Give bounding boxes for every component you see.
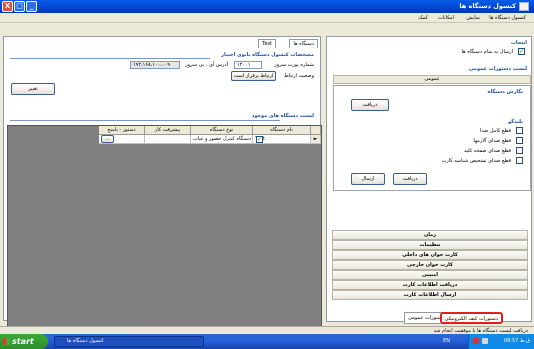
window-title: کنسول دستگاه ها (459, 2, 516, 10)
receive-speaker-button[interactable]: دریافت (393, 173, 427, 185)
send-speaker-button[interactable]: ارسال (351, 173, 385, 185)
menu-help[interactable]: کمک (418, 15, 428, 21)
col-command[interactable]: دستور - پاسخ (99, 126, 145, 135)
start-label: start (12, 337, 34, 346)
device-type-cell: دستگاه کنترل حضور و غیاب (191, 135, 253, 144)
change-button[interactable]: تغییر (11, 83, 55, 95)
menu-bar: کنسول دستگاه ها نمایش امکانات کمک (0, 13, 534, 23)
specs-title: مشخصات کنسول دستگاه بانوی اختیار (221, 52, 314, 58)
general-header: عمومی (333, 75, 531, 84)
devices-grid: نام دستگاه نوع دستگاه پیشرفت کار دستور -… (7, 125, 322, 344)
table-row[interactable]: Test ✓ (253, 135, 311, 144)
ip-field[interactable]: ۱۹۲،۱۶۸،۱۰۰،۰۰۹ (130, 61, 180, 69)
mute-all-checkbox[interactable] (516, 127, 523, 134)
cmd-receive-card-info[interactable]: دریافت اطلاعات کارت (332, 280, 528, 290)
app-icon (519, 2, 529, 11)
cmd-settings[interactable]: تنظیمات (332, 240, 528, 250)
maximize-button[interactable]: □ (14, 1, 25, 12)
commands-title: لیست دستورات عمومی (468, 66, 527, 72)
mute-alarms-label: قطع صدای آلارمها (473, 138, 511, 144)
row-selector[interactable]: ► (311, 135, 321, 144)
mute-keypad-checkbox[interactable] (516, 147, 523, 154)
send-all-checkbox[interactable]: ✓ (518, 48, 525, 55)
command-button[interactable]: ... (101, 135, 114, 143)
mute-alarms-checkbox[interactable] (516, 137, 523, 144)
progress-cell (145, 135, 191, 144)
port-field[interactable]: ۱۲۰۰۱ (234, 61, 262, 69)
col-device-type[interactable]: نوع دستگاه (191, 126, 253, 135)
devices-separator (10, 120, 280, 121)
receive-report-button[interactable]: دریافت (351, 99, 389, 111)
mute-card-id-checkbox[interactable] (516, 157, 523, 164)
tab-devices[interactable]: دستگاه ها (289, 39, 318, 48)
device-select-checkbox[interactable]: ✓ (256, 136, 263, 143)
main-content: دستگاه ها Test مشخصات کنسول دستگاه بانوی… (0, 24, 534, 344)
start-button[interactable]: start (0, 334, 48, 349)
select-title: انتخاب (510, 40, 527, 46)
taskbar: start کنسول دستگاه ها EN 08:57 ق.ظ (0, 334, 534, 349)
send-all-label: ارسال به تمام دستگاه ها (461, 49, 513, 55)
tray-shield-icon[interactable] (473, 338, 479, 344)
device-report-title: نگارش دستگاه (487, 89, 523, 95)
devices-panel: دستگاه ها Test مشخصات کنسول دستگاه بانوی… (3, 36, 322, 344)
language-indicator[interactable]: EN (443, 338, 450, 344)
connection-label: وضعیت ارتباط (284, 73, 314, 79)
port-label: شماره پورت سرور (274, 62, 314, 68)
mute-all-label: قطع کامل صدا (480, 128, 511, 134)
menu-device-console[interactable]: کنسول دستگاه ها (489, 15, 526, 21)
ip-label: آدرس آی . پی سرور (185, 62, 228, 68)
speaker-title: بلندگو (508, 119, 523, 125)
system-tray: 08:57 ق.ظ (468, 334, 534, 349)
status-bar: دریافت لیست دستگاه ها با موفقیت انجام شد (0, 326, 534, 334)
menu-view[interactable]: نمایش (466, 15, 480, 21)
connection-status-button[interactable]: ارتباط برقرار است (231, 71, 276, 81)
title-bar: X □ _ کنسول دستگاه ها (0, 0, 534, 13)
minimize-button[interactable]: _ (26, 1, 37, 12)
tab-e-wallet-commands[interactable]: دستورات کیف الکترونیکی (439, 312, 503, 324)
cmd-external-reader[interactable]: کارت خوان خارجی (332, 260, 528, 270)
tab-device-test[interactable]: Test (258, 39, 276, 48)
col-progress[interactable]: پیشرفت کار (145, 126, 191, 135)
devices-list-title: لیست دستگاه های موجود (251, 113, 314, 119)
cmd-internal-readers[interactable]: کارت خوان های داخلی (332, 250, 528, 260)
clock[interactable]: 08:57 ق.ظ (504, 338, 530, 344)
grid-row-header (311, 126, 321, 135)
close-button[interactable]: X (2, 1, 13, 12)
col-device-name[interactable]: نام دستگاه (253, 126, 311, 135)
specs-separator (10, 58, 210, 59)
mute-keypad-label: قطع صدای صفحه کلید (464, 148, 511, 154)
cmd-time[interactable]: زمان (332, 230, 528, 240)
tray-network-icon[interactable] (482, 338, 488, 344)
command-cell: ... (99, 135, 145, 144)
cmd-security[interactable]: امنیتی (332, 270, 528, 280)
windows-logo-icon (3, 338, 10, 345)
cmd-send-card-info[interactable]: ارسال اطلاعات کارت (332, 290, 528, 300)
taskbar-app-button[interactable]: کنسول دستگاه ها (54, 336, 204, 347)
mute-card-id-label: قطع صدای تشخیص شناسه کارت (441, 158, 511, 164)
menu-tools[interactable]: امکانات (438, 15, 454, 21)
